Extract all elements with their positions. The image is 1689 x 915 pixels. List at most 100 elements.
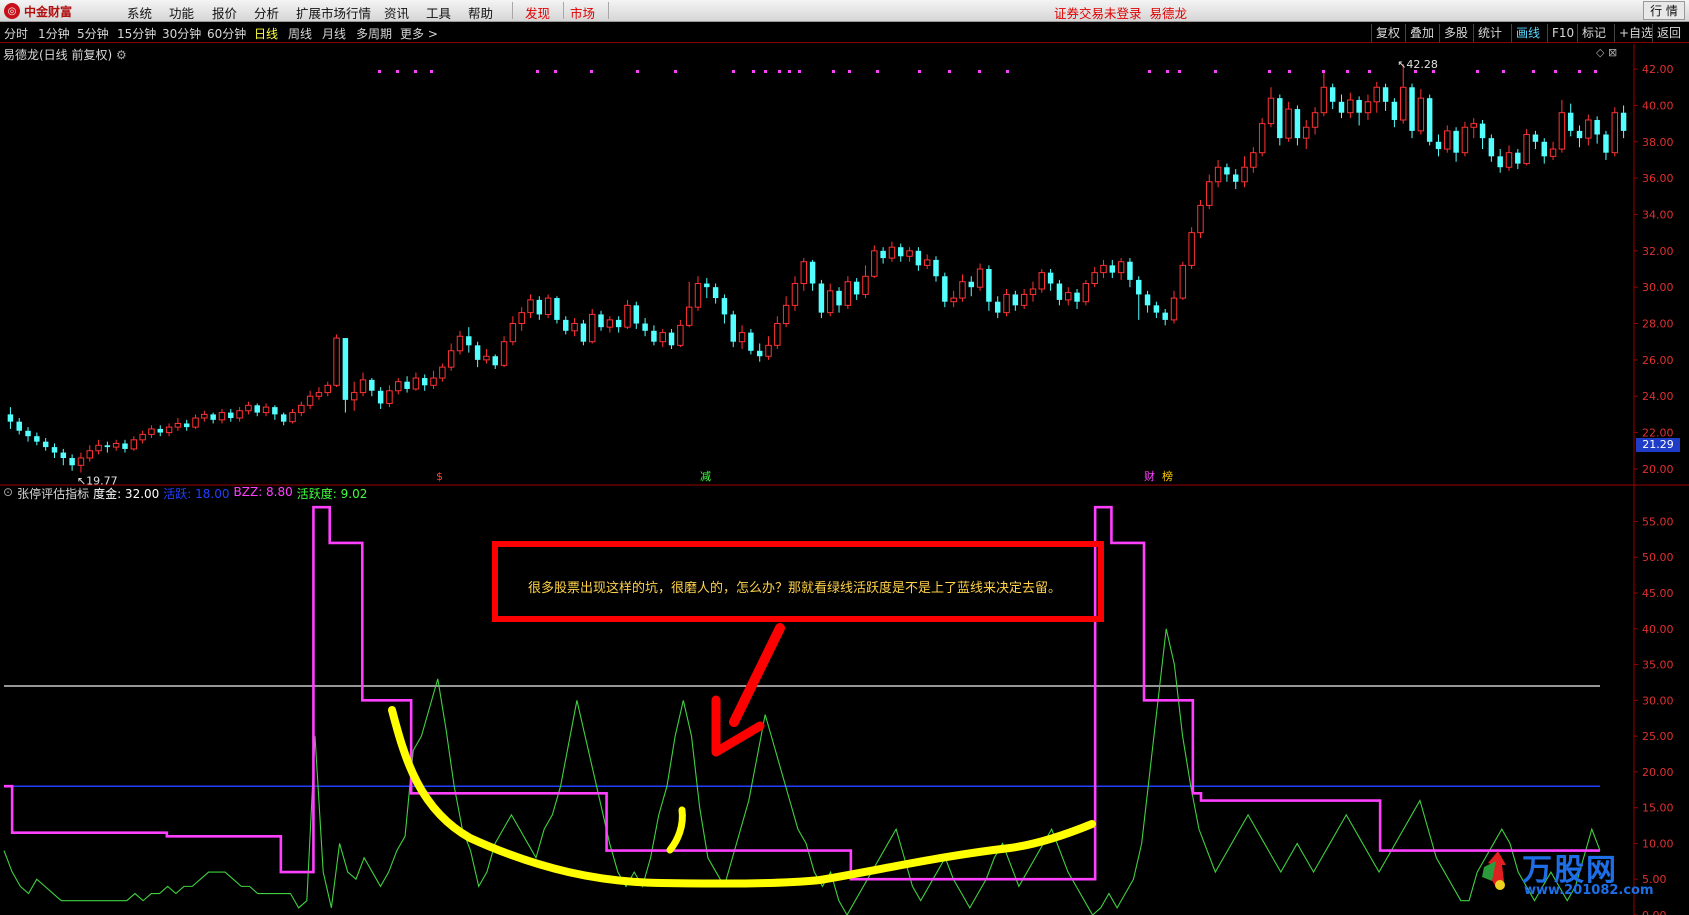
signal-dot	[732, 70, 735, 73]
candle-body-up	[1258, 123, 1266, 154]
candle-body-down	[994, 301, 1001, 313]
candle-body-up	[333, 337, 340, 386]
indicator-axis-label: 35.00	[1642, 659, 1674, 672]
signal-dot	[832, 70, 835, 73]
candle-body-up	[95, 444, 102, 452]
price-axis-label: 40.00	[1642, 99, 1674, 112]
signal-dot	[554, 70, 557, 73]
indicator-axis-label: 40.00	[1642, 623, 1674, 636]
candle-body-down	[642, 323, 648, 331]
candle-body-down	[42, 441, 49, 448]
candle-body-down	[183, 423, 190, 428]
candle-body-up	[1461, 126, 1469, 154]
highlight-tick-annotation	[666, 806, 686, 854]
candle-body-up	[1611, 112, 1619, 154]
candle-body-up	[395, 381, 402, 392]
candle-body-down	[1294, 109, 1301, 139]
candle-body-up	[1179, 264, 1187, 299]
candle-body-up	[624, 304, 631, 328]
signal-dot	[1214, 70, 1217, 73]
candle-body-down	[668, 332, 675, 346]
price-axis-label: 28.00	[1642, 318, 1674, 331]
candle-body-up	[738, 332, 746, 343]
candle-body-up	[1303, 126, 1310, 139]
candle-body-up	[1091, 272, 1098, 285]
candle-body-up	[950, 297, 957, 303]
candle-body-up	[888, 246, 896, 259]
candle-body-up	[1197, 204, 1204, 234]
candle-body-down	[968, 281, 974, 288]
candle-body-down	[836, 290, 842, 306]
candle-body-down	[1056, 283, 1063, 300]
candle-body-down	[818, 283, 825, 313]
low-price-label: ↖19.77	[77, 475, 118, 488]
signal-dot	[1178, 70, 1181, 73]
candle-body-down	[1224, 167, 1230, 175]
candle-body-up	[1267, 97, 1275, 125]
event-marker: $	[436, 470, 443, 483]
candle-body-up	[139, 433, 146, 441]
candle-body-down	[1136, 279, 1142, 295]
candle-body-down	[69, 458, 75, 466]
candle-body-up	[439, 366, 446, 379]
candle-body-up	[906, 250, 913, 257]
candle-body-down	[651, 330, 657, 342]
candle-body-down	[853, 281, 860, 295]
candle-body-up	[298, 404, 305, 414]
candle-body-down	[1127, 261, 1133, 280]
price-axis-label: 30.00	[1642, 281, 1674, 294]
signal-dot	[378, 70, 381, 73]
candle-body-down	[16, 421, 22, 431]
indicator-axis-label: 20.00	[1642, 766, 1674, 779]
candle-body-up	[544, 297, 552, 315]
candle-body-down	[1515, 152, 1521, 164]
signal-dot	[1578, 70, 1581, 73]
candle-body-down	[210, 414, 216, 420]
candle-body-down	[1012, 294, 1019, 306]
candle-body-down	[1497, 156, 1503, 168]
candle-body-up	[1020, 293, 1028, 306]
signal-dot	[396, 70, 399, 73]
signal-dot	[788, 70, 791, 73]
candle-body-up	[201, 413, 208, 419]
candle-body-up	[218, 412, 226, 421]
candle-body-down	[272, 407, 278, 415]
candle-body-up	[1311, 112, 1319, 128]
candle-body-down	[104, 445, 111, 448]
signal-dot	[778, 70, 781, 73]
price-axis-label: 32.00	[1642, 245, 1674, 258]
price-axis-label: 24.00	[1642, 390, 1674, 403]
candle-body-up	[324, 384, 331, 394]
candle-body-up	[1241, 166, 1248, 183]
candle-body-up	[1549, 148, 1557, 157]
price-axis-label: 38.00	[1642, 136, 1674, 149]
candle-body-up	[1170, 297, 1178, 321]
signal-dot	[1288, 70, 1291, 73]
signal-dot	[674, 70, 677, 73]
candle-body-down	[474, 345, 481, 360]
indicator-axis-label: 0.00	[1642, 909, 1667, 915]
candle-body-up	[289, 412, 296, 423]
candle-body-down	[404, 381, 410, 389]
candle-body-down	[122, 443, 128, 449]
signal-dot	[918, 70, 921, 73]
candle-body-down	[721, 298, 728, 315]
signal-dot	[1594, 70, 1597, 73]
candle-body-up	[1558, 112, 1566, 150]
candle-body-down	[157, 428, 163, 433]
candle-body-up	[677, 324, 684, 346]
candle-body-down	[1453, 130, 1459, 153]
candle-body-up	[959, 281, 966, 299]
candle-body-down	[1541, 141, 1547, 157]
candle-body-down	[1074, 292, 1080, 302]
candle-body-up	[1188, 232, 1195, 266]
candle-body-down	[1620, 112, 1627, 131]
kline-chart[interactable]: 42.00 40.00 38.00 36.00 34.00 32.00 30.00 28.00…	[0, 0, 1689, 915]
candle-body-up	[800, 261, 808, 285]
candle-body-up	[1100, 264, 1107, 274]
candle-body-up	[871, 250, 878, 277]
candle-body-up	[1585, 119, 1592, 139]
signal-dot	[1368, 70, 1371, 73]
signal-dot	[590, 70, 593, 73]
candle-body-up	[571, 323, 578, 332]
